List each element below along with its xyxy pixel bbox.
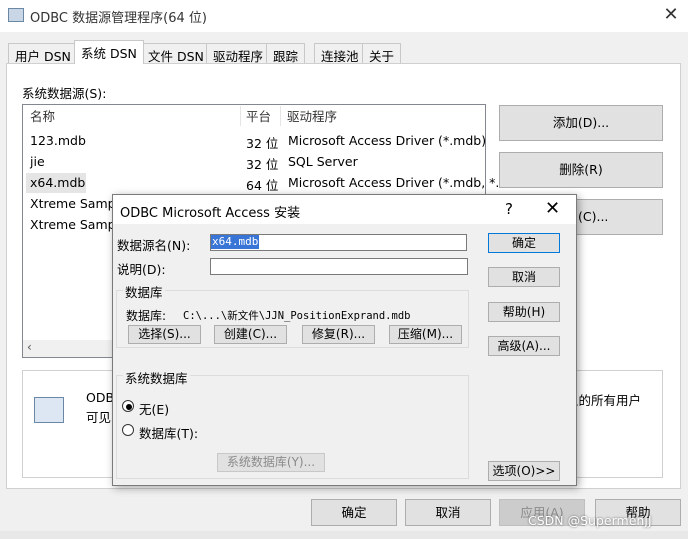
info-text: ODB <box>86 390 115 405</box>
list-item-platform: 32 位 <box>246 136 279 151</box>
tab-drivers[interactable]: 驱动程序 <box>206 43 271 64</box>
column-header-name[interactable]: 名称 <box>30 106 55 126</box>
dsn-input-value: x64.mdb <box>211 235 260 249</box>
tab-connection-pooling[interactable]: 连接池 <box>314 43 366 64</box>
list-item-driver: Microsoft Access Driver (*.mdb) <box>288 133 487 148</box>
list-item-name[interactable]: 123.mdb <box>30 133 86 152</box>
info-text: 上的所有用户 <box>566 393 642 408</box>
options-button[interactable]: 选项(O)>> <box>488 461 560 481</box>
advanced-button[interactable]: 高级(A)... <box>488 336 560 356</box>
column-header-driver[interactable]: 驱动程序 <box>287 106 337 126</box>
list-item-platform: 32 位 <box>246 157 279 172</box>
scroll-left-icon[interactable]: ‹ <box>27 340 32 354</box>
ok-button[interactable]: 确定 <box>311 499 397 526</box>
system-database-button[interactable]: 系统数据库(Y)... <box>217 453 325 472</box>
create-button[interactable]: 创建(C)... <box>214 325 287 344</box>
dialog-help-button[interactable]: 帮助(H) <box>488 302 560 322</box>
header-divider <box>240 106 241 126</box>
tab-about[interactable]: 关于 <box>362 43 402 64</box>
repair-button[interactable]: 修复(R)... <box>302 325 375 344</box>
database-label: 数据库: <box>126 309 167 323</box>
database-path: C:\...\新文件\JJN_PositionExprand.mdb <box>183 310 411 322</box>
system-datasource-label: 系统数据源(S): <box>22 86 107 101</box>
description-label: 说明(D): <box>117 262 166 277</box>
dialog-cancel-button[interactable]: 取消 <box>488 267 560 287</box>
taskbar-strip <box>0 531 688 539</box>
list-item-name[interactable]: Xtreme Sampl <box>30 196 119 215</box>
description-input[interactable] <box>210 258 468 275</box>
radio-selected-dot <box>126 404 132 410</box>
dialog-ok-button[interactable]: 确定 <box>488 233 560 253</box>
list-item-platform: 64 位 <box>246 178 279 193</box>
window-title: ODBC 数据源管理程序(64 位) <box>30 11 207 26</box>
help-icon[interactable]: ? <box>505 200 513 218</box>
datasource-icon <box>34 397 64 423</box>
list-item-name[interactable]: jie <box>30 154 45 173</box>
tab-system-dsn[interactable]: 系统 DSN <box>74 40 144 64</box>
radio-database[interactable] <box>122 424 134 436</box>
watermark: CSDN @SupermenJJ <box>528 513 652 528</box>
header-divider <box>280 106 281 126</box>
dialog-title: ODBC Microsoft Access 安装 <box>120 206 301 221</box>
column-header-platform[interactable]: 平台 <box>246 106 271 126</box>
tab-user-dsn[interactable]: 用户 DSN <box>8 43 78 64</box>
odbc-app-icon <box>8 8 24 22</box>
list-item-driver: Microsoft Access Driver (*.mdb, *. <box>288 175 500 190</box>
radio-none-label[interactable]: 无(E) <box>139 399 169 418</box>
select-button[interactable]: 选择(S)... <box>128 325 201 344</box>
list-item-name[interactable]: Xtreme Sampl <box>30 217 119 236</box>
tab-file-dsn[interactable]: 文件 DSN <box>141 43 211 64</box>
info-text: 可见 <box>86 410 112 425</box>
remove-button[interactable]: 删除(R) <box>499 152 663 188</box>
system-database-group-title: 系统数据库 <box>123 368 190 387</box>
tab-tracing[interactable]: 跟踪 <box>266 43 306 64</box>
list-item-name[interactable]: x64.mdb <box>30 175 85 194</box>
close-icon[interactable]: ✕ <box>660 4 682 26</box>
radio-database-label[interactable]: 数据库(T): <box>139 423 198 442</box>
compact-button[interactable]: 压缩(M)... <box>389 325 462 344</box>
configure-button-label: (C)... <box>578 209 609 224</box>
cancel-button[interactable]: 取消 <box>405 499 491 526</box>
close-icon[interactable]: ✕ <box>545 198 560 219</box>
list-item-driver: SQL Server <box>288 154 358 169</box>
database-group-title: 数据库 <box>123 282 165 301</box>
add-button[interactable]: 添加(D)... <box>499 105 663 141</box>
dsn-label: 数据源名(N): <box>117 238 191 253</box>
